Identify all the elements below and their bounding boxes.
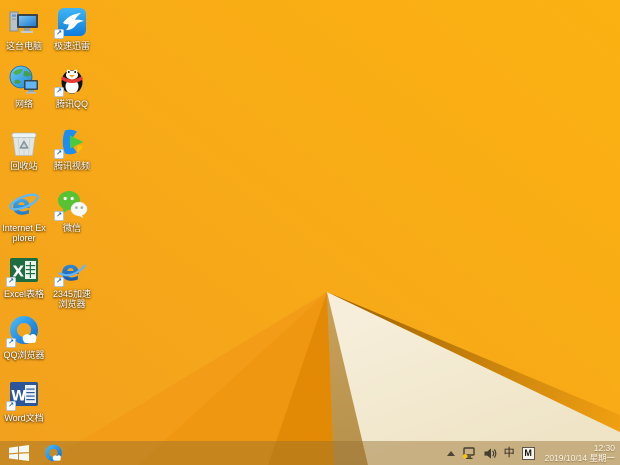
start-button[interactable] [6, 441, 32, 465]
ime-language-badge: M [521, 446, 535, 460]
windows-logo-icon [9, 445, 29, 461]
shortcut-arrow-icon: ↗ [6, 338, 16, 348]
desktop-icon-label: 网络 [14, 99, 33, 109]
shortcut-arrow-icon: ↗ [54, 277, 64, 287]
desktop-icon-2345-browser[interactable]: e ↗ 2345加速浏览器 [49, 254, 95, 309]
network-icon [462, 446, 475, 459]
chevron-up-icon [446, 450, 455, 456]
excel-icon: X ↗ [6, 254, 40, 287]
svg-text:e: e [12, 188, 31, 220]
2345-browser-icon: e ↗ [54, 254, 88, 287]
desktop-icon-label: 极速迅雷 [53, 41, 90, 51]
wechat-icon: ↗ [54, 188, 88, 221]
show-hidden-icons-button[interactable] [446, 441, 455, 465]
desktop-icon-word[interactable]: W ↗ Word文档 [1, 378, 47, 423]
clock-date: 2019/10/14 星期一 [544, 453, 615, 463]
ime-mode-indicator[interactable]: 中 [504, 441, 515, 465]
taskbar-qq-browser-button[interactable] [38, 441, 68, 465]
word-icon: W ↗ [6, 378, 40, 411]
clock-time: 12:30 [593, 443, 615, 453]
system-tray: 中 M 12:30 2019/10/14 星期一 [446, 441, 617, 465]
desktop-icon-internet-explorer[interactable]: e Internet Explorer [1, 188, 47, 243]
desktop-icon-qq[interactable]: ↗ 腾讯QQ [49, 64, 95, 109]
desktop-icon-qq-browser[interactable]: ↗ QQ浏览器 [1, 315, 47, 360]
desktop-icon-label: 腾讯视频 [53, 161, 90, 171]
desktop-icon-network[interactable]: 网络 [1, 64, 47, 109]
ime-language-button[interactable]: M [521, 441, 535, 465]
volume-button[interactable] [484, 441, 497, 465]
shortcut-arrow-icon: ↗ [6, 277, 16, 287]
desktop-icon-label: 2345加速浏览器 [52, 289, 92, 309]
network-status-icon[interactable] [462, 441, 477, 465]
tencent-video-icon: ↗ [54, 126, 88, 159]
desktop-icon-label: Internet Explorer [2, 223, 46, 243]
network-icon [8, 64, 40, 96]
xunlei-icon: ↗ [54, 6, 88, 39]
desktop-icon-recycle-bin[interactable]: 回收站 [1, 126, 47, 171]
desktop-icon-label: 回收站 [10, 161, 38, 171]
desktop-icon-label: Excel表格 [3, 289, 44, 299]
qq-browser-icon [44, 444, 62, 461]
desktop-icon-label: 微信 [62, 223, 81, 233]
clock[interactable]: 12:30 2019/10/14 星期一 [545, 443, 615, 463]
recycle-bin-icon [8, 126, 40, 158]
shortcut-arrow-icon: ↗ [54, 29, 64, 39]
desktop-icon-xunlei[interactable]: ↗ 极速迅雷 [49, 6, 95, 51]
desktop-icon-label: 这台电脑 [5, 41, 42, 51]
desktop-icon-label: 腾讯QQ [55, 99, 88, 109]
desktop-icon-tencent-video[interactable]: ↗ 腾讯视频 [49, 126, 95, 171]
shortcut-arrow-icon: ↗ [6, 401, 16, 411]
qq-browser-icon: ↗ [6, 315, 40, 348]
desktop-icon-label: QQ浏览器 [3, 350, 45, 360]
desktop-icon-label: Word文档 [4, 413, 44, 423]
desktop-icon-this-pc[interactable]: 这台电脑 [1, 6, 47, 51]
internet-explorer-icon: e [8, 188, 40, 220]
desktop: 这台电脑 ↗ 极速迅雷 网络 ↗ 腾讯QQ 回收站 ↗ 腾讯视频 e Inter… [0, 0, 620, 465]
desktop-icon-excel[interactable]: X ↗ Excel表格 [1, 254, 47, 299]
speaker-icon [484, 447, 496, 459]
shortcut-arrow-icon: ↗ [54, 149, 64, 159]
desktop-icon-wechat[interactable]: ↗ 微信 [49, 188, 95, 233]
this-pc-icon [8, 6, 40, 38]
taskbar: 中 M 12:30 2019/10/14 星期一 [0, 441, 620, 465]
qq-penguin-icon: ↗ [54, 64, 88, 97]
shortcut-arrow-icon: ↗ [54, 87, 64, 97]
shortcut-arrow-icon: ↗ [54, 211, 64, 221]
